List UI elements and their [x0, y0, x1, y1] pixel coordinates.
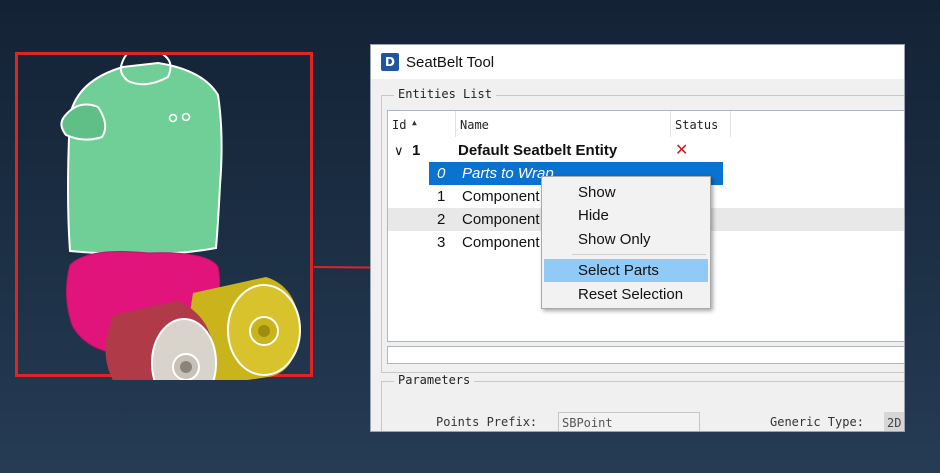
- menu-item-select-parts[interactable]: Select Parts: [544, 259, 708, 282]
- points-prefix-input[interactable]: SBPoint: [558, 412, 700, 431]
- parameters-row: Points Prefix: SBPoint Generic Type: 2D: [382, 412, 904, 431]
- context-menu: Show Hide Show Only Select Parts Reset S…: [541, 176, 711, 309]
- torso-part: [67, 61, 223, 256]
- row-name: Default Seatbelt Entity: [458, 142, 618, 159]
- column-id-label: Id: [392, 118, 407, 132]
- model-viewport-highlight-frame: [15, 52, 313, 380]
- row-name: Parts to Wrap: [462, 165, 554, 182]
- title-bar[interactable]: D SeatBelt Tool: [371, 45, 904, 79]
- row-id: 1: [412, 142, 421, 159]
- tree-header: ▲ Id Name Status: [388, 111, 904, 139]
- parameters-group: Parameters Points Prefix: SBPoint Generi…: [381, 373, 904, 431]
- sort-ascending-icon: ▲: [412, 118, 417, 127]
- entities-list-title: Entities List: [394, 87, 496, 101]
- horizontal-scrollbar[interactable]: [387, 346, 904, 364]
- column-header-status[interactable]: Status: [671, 111, 731, 137]
- row-id: 2: [437, 211, 446, 228]
- points-prefix-label: Points Prefix:: [436, 415, 538, 429]
- menu-item-show[interactable]: Show: [544, 181, 708, 204]
- shoulder-outline: [60, 103, 107, 141]
- tree-row-parent[interactable]: ∨ 1 Default Seatbelt Entity ✕: [388, 139, 904, 162]
- menu-item-show-only[interactable]: Show Only: [544, 228, 708, 251]
- app-logo-icon: D: [381, 53, 399, 71]
- row-id: 0: [437, 165, 446, 182]
- dummy-model-render: [60, 55, 301, 380]
- row-name: Component: [462, 188, 540, 205]
- generic-type-label: Generic Type:: [770, 415, 864, 429]
- menu-item-hide[interactable]: Hide: [544, 204, 708, 227]
- row-name: Component: [462, 211, 540, 228]
- menu-item-reset-selection[interactable]: Reset Selection: [544, 283, 708, 306]
- parameters-title: Parameters: [394, 373, 475, 387]
- chevron-down-icon[interactable]: ∨: [394, 139, 404, 162]
- generic-type-field[interactable]: 2D: [884, 412, 904, 431]
- column-header-name[interactable]: Name: [456, 111, 671, 137]
- menu-separator: [572, 254, 706, 255]
- dialog-title: SeatBelt Tool: [406, 53, 495, 71]
- row-id: 3: [437, 234, 446, 251]
- column-status-label: Status: [675, 118, 719, 132]
- row-id: 1: [437, 188, 446, 205]
- x-mark-icon: ✕: [675, 142, 689, 159]
- column-name-label: Name: [460, 118, 489, 132]
- row-name: Component: [462, 234, 540, 251]
- column-header-id[interactable]: ▲ Id: [388, 111, 456, 137]
